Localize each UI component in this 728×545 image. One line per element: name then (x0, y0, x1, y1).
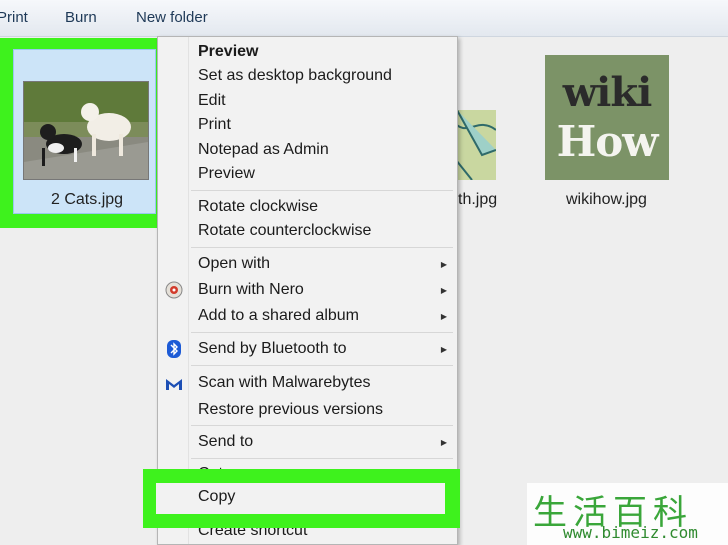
nero-icon (164, 280, 184, 300)
menu-item-set-desktop-background[interactable]: Set as desktop background (198, 67, 392, 85)
submenu-arrow-icon: ▶ (440, 345, 447, 354)
file-name-middle: th.jpg (458, 191, 498, 208)
menu-item-copy[interactable]: Copy (156, 483, 445, 514)
print-button[interactable]: Print (0, 9, 28, 26)
menu-separator (191, 365, 453, 366)
menu-separator (191, 332, 453, 333)
file-name-2-cats: 2 Cats.jpg (51, 191, 124, 208)
menu-item-send-by-bluetooth[interactable]: Send by Bluetooth to (198, 340, 347, 358)
menu-item-notepad-admin[interactable]: Notepad as Admin (198, 141, 329, 159)
menu-item-open-with[interactable]: Open with (198, 255, 270, 273)
menu-item-preview-default[interactable]: Preview (198, 43, 258, 61)
file-name-wikihow: wikihow.jpg (566, 191, 647, 208)
menu-item-add-to-shared-album[interactable]: Add to a shared album (198, 307, 359, 325)
menu-item-copy-label: Copy (198, 488, 236, 505)
menu-item-rotate-counterclockwise[interactable]: Rotate counterclockwise (198, 222, 371, 240)
submenu-arrow-icon: ▶ (440, 312, 447, 321)
wikihow-thumbnail[interactable]: wiki How (545, 55, 669, 180)
menu-separator (191, 247, 453, 248)
menu-item-edit[interactable]: Edit (198, 92, 226, 110)
drawing-thumbnail-icon (452, 110, 496, 180)
copy-highlight: Copy (143, 469, 460, 528)
cats-thumbnail[interactable] (23, 81, 149, 180)
cats-photo-icon (24, 82, 148, 179)
menu-item-rotate-clockwise[interactable]: Rotate clockwise (198, 198, 318, 216)
menu-item-burn-with-nero[interactable]: Burn with Nero (198, 281, 304, 299)
menu-separator (191, 425, 453, 426)
submenu-arrow-icon: ▶ (440, 438, 447, 447)
menu-item-scan-malwarebytes[interactable]: Scan with Malwarebytes (198, 374, 371, 392)
submenu-arrow-icon: ▶ (440, 286, 447, 295)
menu-item-preview[interactable]: Preview (198, 165, 255, 183)
watermark-url: www.bimeiz.com (563, 523, 698, 542)
wiki-logo-line2: How (556, 117, 659, 166)
wiki-logo-line1: wiki (562, 69, 653, 116)
menu-item-restore-previous-versions[interactable]: Restore previous versions (198, 401, 383, 419)
submenu-arrow-icon: ▶ (440, 260, 447, 269)
menu-item-print[interactable]: Print (198, 116, 231, 134)
watermark: 生活百科 www.bimeiz.com (527, 483, 728, 545)
burn-button[interactable]: Burn (65, 9, 97, 26)
menu-item-send-to[interactable]: Send to (198, 433, 253, 451)
menu-gutter (188, 37, 189, 544)
malwarebytes-icon (164, 373, 184, 393)
explorer-toolbar: Print Burn New folder (0, 0, 728, 37)
menu-separator (191, 190, 453, 191)
menu-separator (191, 458, 453, 459)
new-folder-button[interactable]: New folder (136, 9, 208, 26)
bluetooth-icon (164, 339, 184, 359)
partial-thumbnail[interactable] (452, 110, 496, 180)
